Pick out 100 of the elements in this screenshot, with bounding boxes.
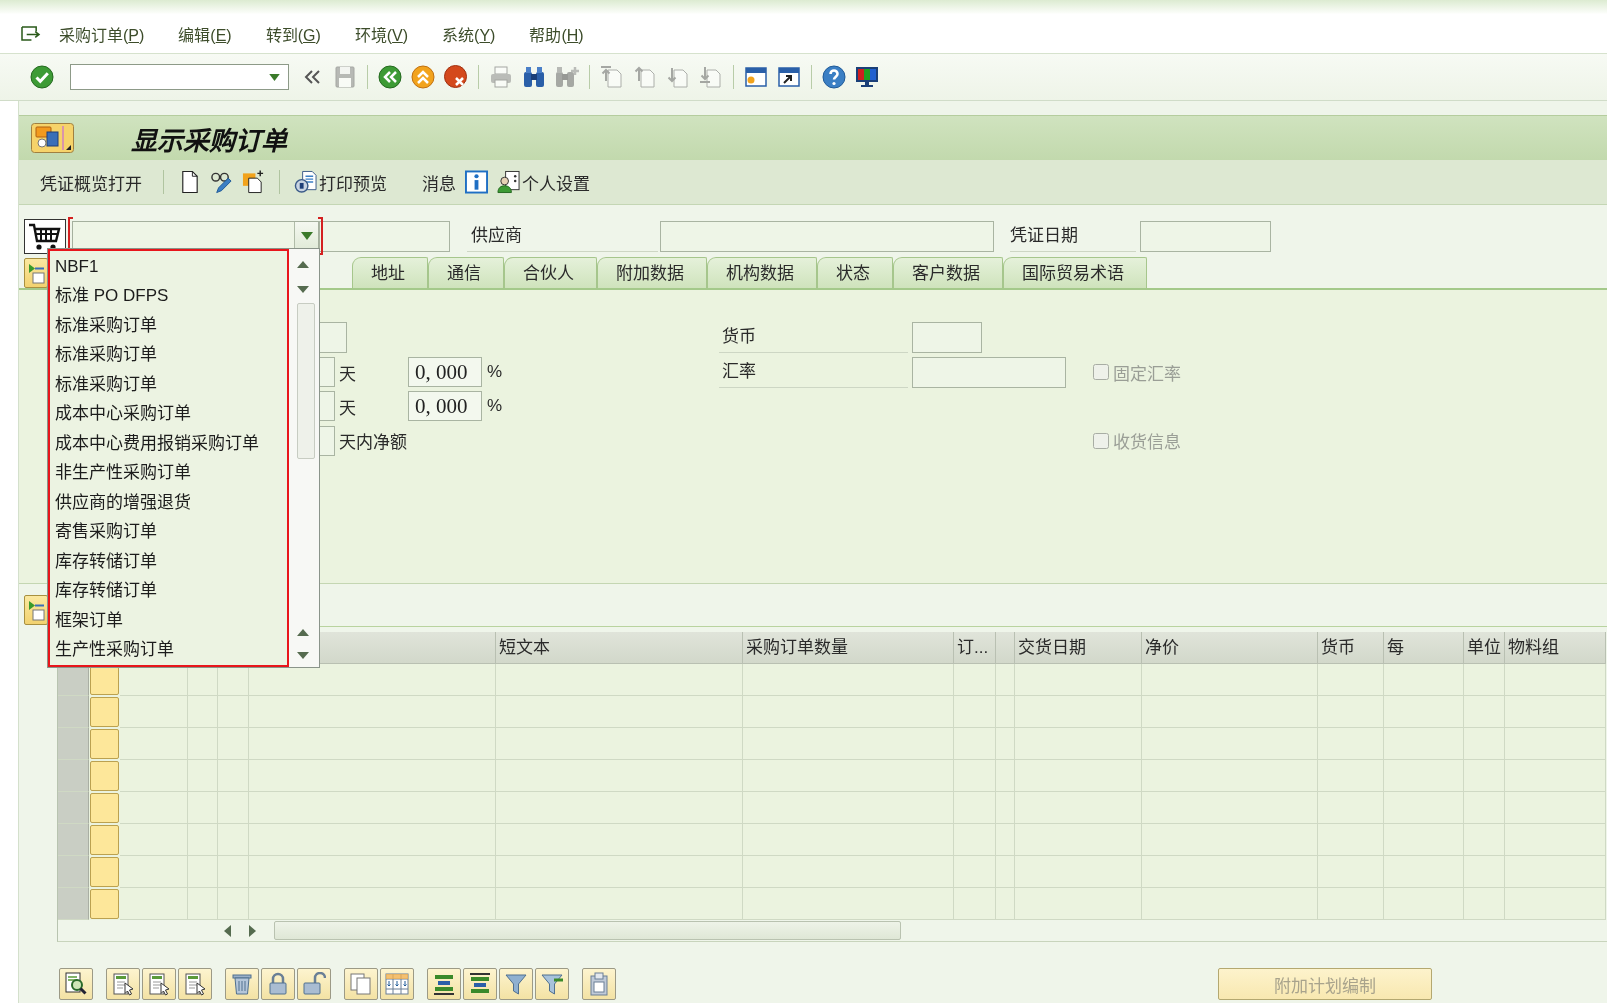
tab[interactable]: 附加数据 <box>597 257 707 288</box>
input-field[interactable] <box>912 322 982 353</box>
paste-button[interactable] <box>582 968 616 1000</box>
caret-icon <box>269 73 280 81</box>
enter-button[interactable] <box>27 62 57 92</box>
horizontal-scrollbar[interactable] <box>274 921 901 940</box>
menu-item[interactable]: 编辑(E) <box>178 21 232 46</box>
expand-button[interactable] <box>24 258 48 288</box>
status-tile[interactable] <box>90 761 119 791</box>
overview-button[interactable]: 凭证概览打开 <box>40 167 142 197</box>
dropdown-option[interactable]: 库存转储订单 <box>50 546 287 576</box>
scroll-up-icon[interactable] <box>297 628 309 636</box>
scroll-down-icon[interactable] <box>297 651 309 659</box>
app-tile-icon[interactable] <box>31 123 74 153</box>
menu-item[interactable]: 帮助(H) <box>529 21 584 46</box>
input-field[interactable] <box>320 322 347 353</box>
menu-item[interactable]: 采购订单(P) <box>59 21 145 46</box>
scroll-right-icon[interactable] <box>249 924 256 937</box>
dropdown-option[interactable]: 标准采购订单 <box>50 310 287 340</box>
expand-button[interactable] <box>24 595 48 625</box>
menu-item[interactable]: 系统(Y) <box>442 21 496 46</box>
column-header[interactable]: 货币 <box>1318 632 1384 664</box>
tab[interactable]: 国际贸易术语 <box>1003 257 1147 288</box>
table-cell <box>218 856 249 888</box>
sort-descending-button[interactable] <box>463 968 497 1000</box>
tab[interactable]: 状态 <box>817 257 893 288</box>
input-field[interactable] <box>1140 220 1271 252</box>
table-cell <box>1464 824 1505 856</box>
filter-settings-button[interactable] <box>535 968 569 1000</box>
column-header[interactable]: 净价 <box>1142 632 1318 664</box>
tab[interactable]: 通信 <box>428 257 504 288</box>
table-cell <box>954 792 996 824</box>
input-field[interactable] <box>912 356 1066 388</box>
tab[interactable]: 机构数据 <box>707 257 817 288</box>
dropdown-option[interactable]: 库存转储订单 <box>50 576 287 606</box>
personal-settings-button[interactable]: 个人设置 <box>497 167 590 197</box>
delete-button[interactable] <box>225 968 259 1000</box>
messages-button[interactable]: 消息 <box>422 167 456 197</box>
unlock-button[interactable] <box>297 968 331 1000</box>
input-field[interactable] <box>660 220 994 252</box>
status-tile[interactable] <box>90 793 119 823</box>
tab[interactable]: 地址 <box>352 257 428 288</box>
filter-button[interactable] <box>499 968 533 1000</box>
clipboard-icon <box>587 972 611 996</box>
dropdown-option[interactable]: 标准采购订单 <box>50 340 287 370</box>
back-button[interactable] <box>375 62 405 92</box>
column-header[interactable]: 短文本 <box>496 632 743 664</box>
menu-item[interactable]: 转到(G) <box>265 21 321 46</box>
scroll-up-icon[interactable] <box>297 260 309 268</box>
menu-item[interactable]: 环境(V) <box>354 21 409 46</box>
dropdown-option[interactable]: 寄售采购订单 <box>50 517 287 547</box>
table-cell <box>218 760 249 792</box>
column-header[interactable]: 每 <box>1384 632 1464 664</box>
scrollbar-thumb[interactable] <box>297 302 315 459</box>
dropdown-option[interactable]: NBF1 <box>50 251 287 281</box>
tab[interactable]: 合伙人 <box>504 257 597 288</box>
box-arrow-icon[interactable] <box>20 25 41 42</box>
column-header[interactable]: 物料组 <box>1505 632 1606 664</box>
select-button[interactable] <box>178 968 212 1000</box>
dropdown-option[interactable]: 供应商的增强退货 <box>50 487 287 517</box>
sort-ascending-button[interactable] <box>427 968 461 1000</box>
status-tile[interactable] <box>90 889 119 919</box>
column-header[interactable]: 交货日期 <box>1015 632 1142 664</box>
tab[interactable]: 客户数据 <box>893 257 1003 288</box>
input-field[interactable] <box>320 391 335 421</box>
status-tile[interactable] <box>90 729 119 759</box>
dropdown-option[interactable]: 成本中心采购订单 <box>50 399 287 429</box>
trash-icon <box>230 972 254 996</box>
input-field[interactable] <box>319 220 450 252</box>
field-label: 天 <box>339 397 357 419</box>
dropdown-option[interactable]: 成本中心费用报销采购订单 <box>50 428 287 458</box>
scroll-down-icon[interactable] <box>297 285 309 293</box>
select-button[interactable] <box>142 968 176 1000</box>
input-field[interactable] <box>320 425 335 456</box>
column-header[interactable]: 单位 <box>1464 632 1505 664</box>
select-button[interactable] <box>106 968 140 1000</box>
print-preview-button[interactable]: 打印预览 <box>294 167 387 197</box>
details-button[interactable] <box>59 968 93 1000</box>
help-button[interactable] <box>819 62 849 92</box>
command-field[interactable] <box>70 64 289 90</box>
column-header[interactable]: 采购订单数量 <box>743 632 954 664</box>
dropdown-option[interactable]: 生产性采购订单 <box>50 635 287 665</box>
status-tile[interactable] <box>90 857 119 887</box>
scroll-left-icon[interactable] <box>224 924 231 937</box>
exit-button[interactable] <box>408 62 438 92</box>
lock-button[interactable] <box>261 968 295 1000</box>
field-label: 天 <box>339 363 357 385</box>
fill-button[interactable] <box>380 968 414 1000</box>
status-tile[interactable] <box>90 825 119 855</box>
dropdown-option[interactable]: 标准 PO DFPS <box>50 281 287 311</box>
copy-button[interactable] <box>344 968 378 1000</box>
percent-field[interactable]: 0, 000 <box>408 391 482 421</box>
dropdown-button[interactable] <box>294 221 318 251</box>
input-field[interactable] <box>320 357 335 387</box>
dropdown-option[interactable]: 标准采购订单 <box>50 369 287 399</box>
column-header[interactable]: 订... <box>954 632 996 664</box>
percent-field[interactable]: 0, 000 <box>408 357 482 387</box>
status-tile[interactable] <box>90 697 119 727</box>
dropdown-option[interactable]: 非生产性采购订单 <box>50 458 287 488</box>
dropdown-option[interactable]: 框架订单 <box>50 605 287 635</box>
